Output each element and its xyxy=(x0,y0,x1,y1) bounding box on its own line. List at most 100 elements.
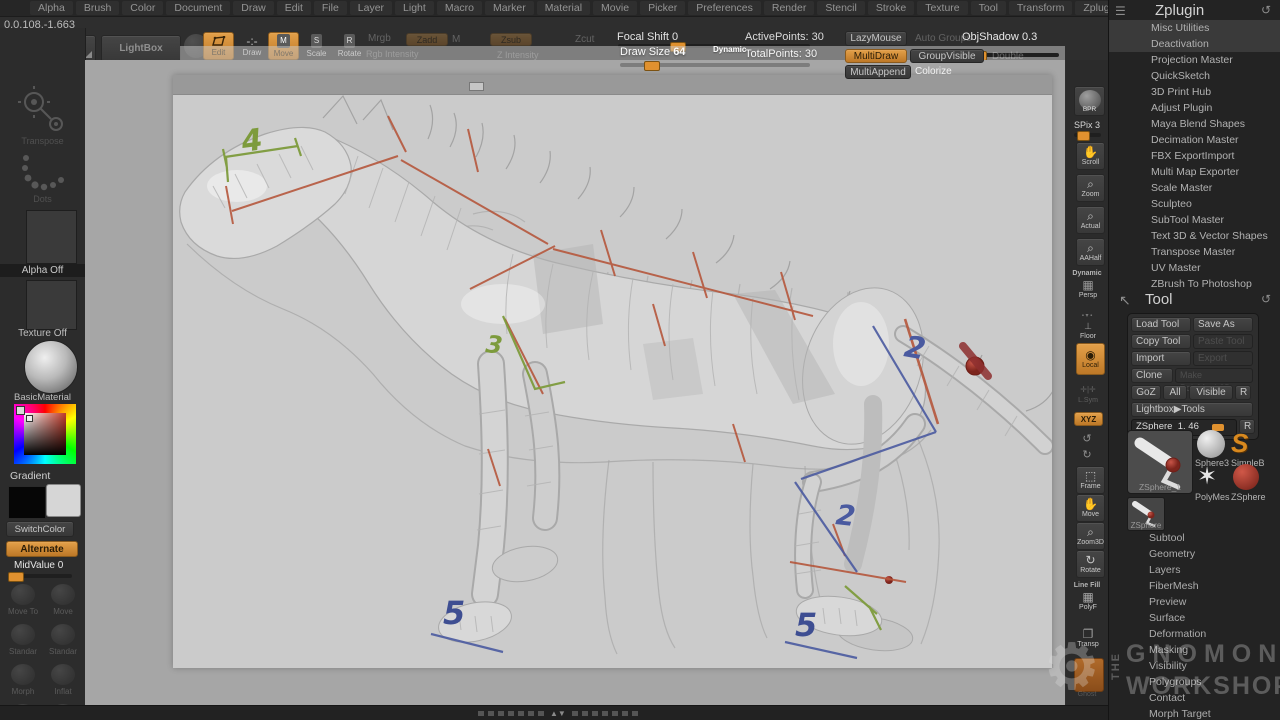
rotate-ccw-icon[interactable]: ↺ xyxy=(1066,432,1108,445)
transpose-brush-icon[interactable] xyxy=(16,86,68,134)
tool-section-item[interactable]: Surface xyxy=(1109,610,1280,626)
copy-tool-button[interactable]: Copy Tool xyxy=(1131,334,1191,349)
rotate-cw-icon[interactable]: ↻ xyxy=(1066,448,1108,461)
zoom-button[interactable]: ⌕Zoom xyxy=(1076,174,1105,202)
recent-tool-thumbnail[interactable]: ZSphere xyxy=(1127,497,1165,531)
zsub-button[interactable]: Zsub xyxy=(490,33,532,46)
tool-section-item[interactable]: FiberMesh xyxy=(1109,578,1280,594)
zplugin-menu-item[interactable]: Multi Map Exporter xyxy=(1109,164,1280,180)
floor-button[interactable]: ⊥Floor xyxy=(1074,320,1102,340)
secondary-color-swatch[interactable] xyxy=(46,484,81,517)
brush-thumbnail[interactable]: Move To xyxy=(3,584,43,616)
actual-button[interactable]: ⌕Actual xyxy=(1076,206,1105,234)
menu-item[interactable]: Stroke xyxy=(868,1,914,15)
mrgb-button[interactable]: Mrgb xyxy=(368,33,391,44)
load-tool-button[interactable]: Load Tool xyxy=(1131,317,1191,332)
polymesh-star-thumbnail[interactable]: ✶ xyxy=(1197,462,1217,491)
zplugin-menu-item[interactable]: UV Master xyxy=(1109,260,1280,276)
sculpt-viewport[interactable]: 4 3 2 2 5 5 xyxy=(173,94,1052,668)
tool-section-item[interactable]: Deformation xyxy=(1109,626,1280,642)
zplugin-menu-item[interactable]: Misc Utilities xyxy=(1109,20,1280,36)
menu-item[interactable]: Brush xyxy=(76,1,119,15)
menu-item[interactable]: Stencil xyxy=(817,1,865,15)
zplugin-menu-item[interactable]: Decimation Master xyxy=(1109,132,1280,148)
menu-item[interactable]: Layer xyxy=(350,1,392,15)
menu-item[interactable]: Movie xyxy=(593,1,637,15)
zplugin-menu-item[interactable]: Deactivation xyxy=(1109,36,1280,52)
menu-item[interactable]: Texture xyxy=(917,1,967,15)
move-3d-button[interactable]: ✋Move xyxy=(1076,494,1105,522)
menu-item[interactable]: Light xyxy=(395,1,434,15)
tool-section-item[interactable]: Preview xyxy=(1109,594,1280,610)
m-toggle[interactable]: M xyxy=(452,34,460,45)
tool-section-item[interactable]: Geometry xyxy=(1109,546,1280,562)
tool-restore-icon[interactable]: ↺ xyxy=(1261,292,1271,306)
draw-size-slider[interactable]: Draw Size 64 xyxy=(620,46,685,58)
zplugin-menu-item[interactable]: Maya Blend Shapes xyxy=(1109,116,1280,132)
goz-r-button[interactable]: R xyxy=(1235,385,1251,400)
menu-item[interactable]: Document xyxy=(166,1,230,15)
zplugin-menu-item[interactable]: QuickSketch xyxy=(1109,68,1280,84)
double-button[interactable]: Double xyxy=(992,51,1024,62)
colorize-button[interactable]: Colorize xyxy=(915,66,952,77)
menu-item[interactable]: Picker xyxy=(640,1,685,15)
alternate-button[interactable]: Alternate xyxy=(6,541,78,557)
menu-item[interactable]: Render xyxy=(764,1,814,15)
groupvisible-button[interactable]: GroupVisible xyxy=(910,49,984,63)
lightbox-button[interactable]: LightBox xyxy=(101,35,181,62)
zplugin-restore-icon[interactable]: ↺ xyxy=(1261,3,1271,17)
frame-button[interactable]: ⬚Frame xyxy=(1076,466,1105,494)
midvalue-nub[interactable] xyxy=(8,572,24,582)
bpr-button[interactable]: BPR xyxy=(1074,86,1105,116)
lazymouse-button[interactable]: LazyMouse xyxy=(845,31,907,46)
brush-thumbnail[interactable]: Standar xyxy=(3,624,43,656)
persp-button[interactable]: ▦Persp xyxy=(1076,279,1100,299)
color-picker[interactable] xyxy=(14,404,76,464)
tool-section-item[interactable]: Layers xyxy=(1109,562,1280,578)
draw-size-nub[interactable] xyxy=(644,61,660,71)
save-as-button[interactable]: Save As xyxy=(1193,317,1253,332)
tool-back-icon[interactable]: ↖ xyxy=(1119,292,1131,309)
midvalue-track[interactable] xyxy=(8,574,72,578)
spix-track[interactable] xyxy=(1074,133,1101,137)
ghost-button[interactable] xyxy=(1074,658,1104,692)
goz-all-button[interactable]: All xyxy=(1163,385,1187,400)
focal-shift-slider[interactable]: Focal Shift 0 xyxy=(617,31,678,43)
zsphere-mesh-layer[interactable] xyxy=(180,127,1045,655)
tool-section-item[interactable]: Morph Target xyxy=(1109,706,1280,720)
menu-item[interactable]: Material xyxy=(537,1,590,15)
zplugin-menu-item[interactable]: Transpose Master xyxy=(1109,244,1280,260)
active-tool-thumbnail[interactable]: ZSphere_1 xyxy=(1127,430,1193,494)
multiappend-button[interactable]: MultiAppend xyxy=(845,65,911,79)
zplugin-menu-item[interactable]: Scale Master xyxy=(1109,180,1280,196)
rotate-3d-button[interactable]: ↻Rotate xyxy=(1076,550,1105,578)
menu-item[interactable]: Marker xyxy=(485,1,534,15)
zplugin-menu-item[interactable]: FBX ExportImport xyxy=(1109,148,1280,164)
simplebrush-thumbnail[interactable]: S xyxy=(1231,428,1248,459)
zadd-button[interactable]: Zadd xyxy=(406,33,448,46)
objshadow-slider[interactable]: ObjShadow 0.3 xyxy=(962,31,1037,43)
canvas-area[interactable]: 4 3 2 2 5 5 xyxy=(85,60,1065,705)
brush-thumbnail[interactable]: Move xyxy=(43,584,83,616)
brush-thumbnail[interactable]: Inflat xyxy=(43,664,83,696)
menu-item[interactable]: Alpha xyxy=(30,1,73,15)
zplugin-menu-item[interactable]: Adjust Plugin xyxy=(1109,100,1280,116)
bottom-tray-toggle[interactable]: ▲▼ xyxy=(550,709,566,718)
tool-section-item[interactable]: Visibility xyxy=(1109,658,1280,674)
menu-item[interactable]: Draw xyxy=(233,1,274,15)
brush-thumbnail[interactable]: Morph xyxy=(3,664,43,696)
zplugin-title[interactable]: Zplugin xyxy=(1155,2,1204,19)
main-color-swatch[interactable] xyxy=(8,486,46,519)
sphere3d-thumbnail[interactable] xyxy=(1197,430,1225,458)
zplugin-menu-item[interactable]: Sculpteo xyxy=(1109,196,1280,212)
dynamic-toggle[interactable]: Dynamic xyxy=(713,45,746,54)
spix-nub[interactable] xyxy=(1077,131,1090,141)
menu-item[interactable]: Macro xyxy=(437,1,482,15)
menu-item[interactable]: File xyxy=(314,1,347,15)
xyz-button[interactable]: XYZ xyxy=(1074,412,1103,426)
menu-item[interactable]: Tool xyxy=(971,1,1006,15)
zplugin-menu-item[interactable]: ZBrush To Photoshop xyxy=(1109,276,1280,292)
tool-section-item[interactable]: Contact xyxy=(1109,690,1280,706)
clone-button[interactable]: Clone xyxy=(1131,368,1173,383)
material-thumbnail[interactable] xyxy=(24,340,78,394)
